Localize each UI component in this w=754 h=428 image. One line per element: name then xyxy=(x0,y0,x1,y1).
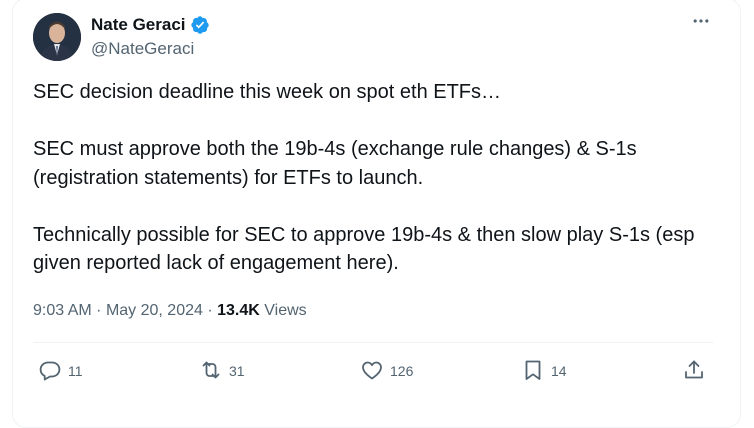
reply-count: 11 xyxy=(68,363,83,379)
repost-icon xyxy=(199,358,223,385)
bookmark-button[interactable]: 14 xyxy=(521,355,567,387)
tweet-meta: 9:03 AM · May 20, 2024 · 13.4K Views xyxy=(33,300,307,322)
meta-separator: · xyxy=(96,302,102,319)
repost-button[interactable]: 31 xyxy=(199,355,245,387)
avatar[interactable] xyxy=(33,13,81,61)
divider xyxy=(33,342,713,343)
reply-button[interactable]: 11 xyxy=(38,355,83,387)
share-button[interactable] xyxy=(682,355,706,387)
action-bar: 11 31 126 14 xyxy=(0,355,754,387)
more-horizontal-icon[interactable] xyxy=(690,10,712,32)
reply-bubble-icon xyxy=(38,358,62,385)
verified-badge-icon xyxy=(190,15,210,35)
author-handle[interactable]: @NateGeraci xyxy=(91,38,194,60)
tweet-date[interactable]: May 20, 2024 xyxy=(106,302,203,319)
meta-separator: · xyxy=(207,302,213,319)
views-label: Views xyxy=(264,302,307,319)
bookmark-count: 14 xyxy=(551,363,567,379)
tweet-time[interactable]: 9:03 AM xyxy=(33,302,92,319)
like-button[interactable]: 126 xyxy=(360,355,413,387)
share-upload-icon xyxy=(682,358,706,385)
bookmark-icon xyxy=(521,358,545,385)
repost-count: 31 xyxy=(229,363,245,379)
views-count: 13.4K xyxy=(217,302,260,319)
author-name[interactable]: Nate Geraci xyxy=(91,14,186,36)
heart-icon xyxy=(360,358,384,385)
tweet-text: SEC decision deadline this week on spot … xyxy=(33,81,695,274)
like-count: 126 xyxy=(390,363,414,379)
